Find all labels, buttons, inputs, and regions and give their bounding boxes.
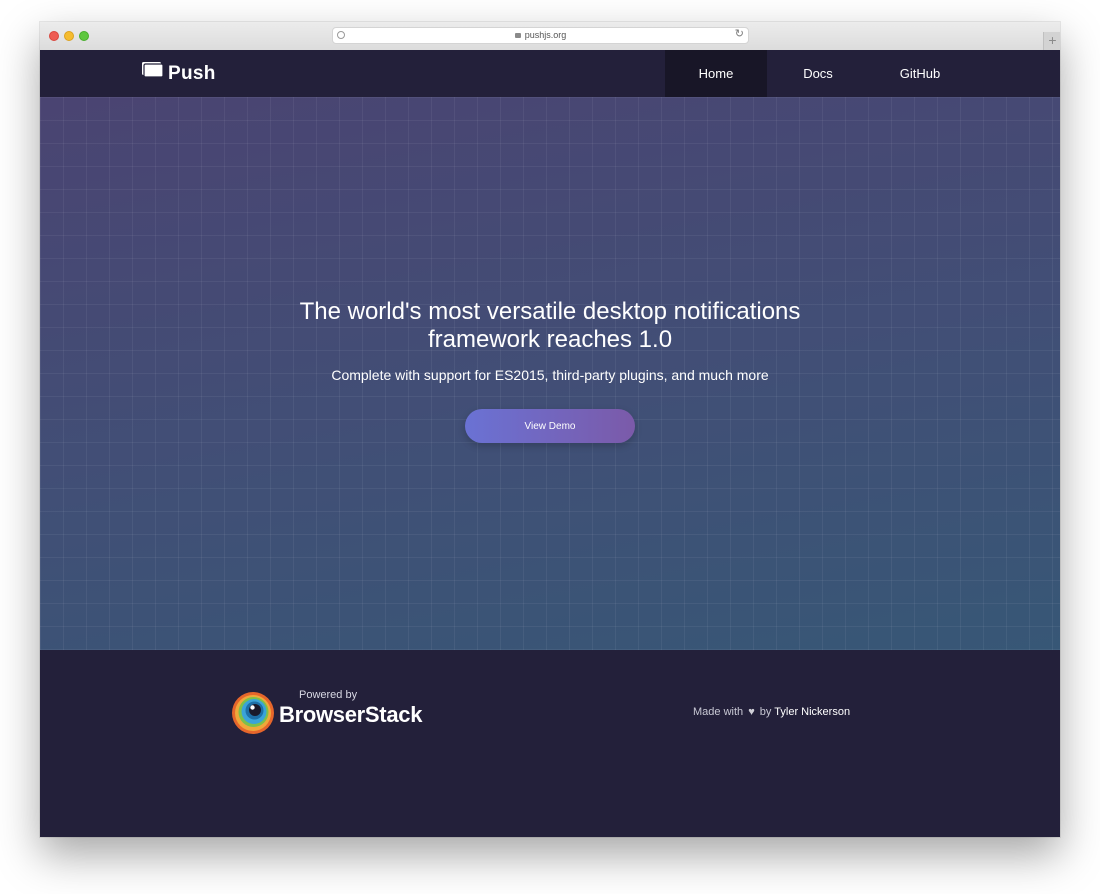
made-with-label: Made with <box>693 706 744 718</box>
address-bar[interactable]: pushjs.org ↻ <box>332 27 749 44</box>
reload-icon[interactable]: ↻ <box>735 27 744 42</box>
view-demo-button[interactable]: View Demo <box>465 409 635 443</box>
browserstack-logo-icon[interactable] <box>231 691 275 735</box>
folder-icon <box>142 61 164 83</box>
close-window-button[interactable] <box>49 31 59 41</box>
top-navbar: Push Home Docs GitHub <box>40 50 1060 97</box>
hero-headline: The world's most versatile desktop notif… <box>40 298 1060 354</box>
browserstack-wordmark[interactable]: BrowserStack <box>279 702 422 728</box>
nav-links: Home Docs GitHub <box>665 50 971 97</box>
lock-icon <box>514 33 521 38</box>
made-with-credit: Made with ♥ by Tyler Nickerson <box>693 706 850 718</box>
brand-name: Push <box>168 63 216 85</box>
browser-chrome: pushjs.org ↻ + <box>40 22 1060 51</box>
powered-by-label: Powered by <box>299 689 358 701</box>
minimize-window-button[interactable] <box>64 31 74 41</box>
hero-subheadline: Complete with support for ES2015, third-… <box>331 367 769 383</box>
page-footer: Powered by BrowserStack Made with ♥ by T… <box>40 650 1060 837</box>
nav-github[interactable]: GitHub <box>869 50 971 97</box>
heart-icon: ♥ <box>748 706 755 718</box>
hero-headline-line1: The world's most versatile desktop notif… <box>299 298 801 325</box>
brand-logo[interactable]: Push <box>142 61 216 85</box>
nav-home[interactable]: Home <box>665 50 767 97</box>
by-label: by <box>759 706 772 718</box>
site-settings-icon[interactable] <box>337 31 345 39</box>
maximize-window-button[interactable] <box>79 31 89 41</box>
hero-section: The world's most versatile desktop notif… <box>40 97 1060 650</box>
url-text: pushjs.org <box>524 30 567 40</box>
new-tab-button[interactable]: + <box>1043 32 1060 50</box>
hero-headline-line2: framework reaches 1.0 <box>427 326 673 353</box>
nav-docs[interactable]: Docs <box>767 50 869 97</box>
author-link[interactable]: Tyler Nickerson <box>774 706 850 718</box>
browser-window: pushjs.org ↻ + Push Home Docs GitHub The… <box>40 22 1060 837</box>
